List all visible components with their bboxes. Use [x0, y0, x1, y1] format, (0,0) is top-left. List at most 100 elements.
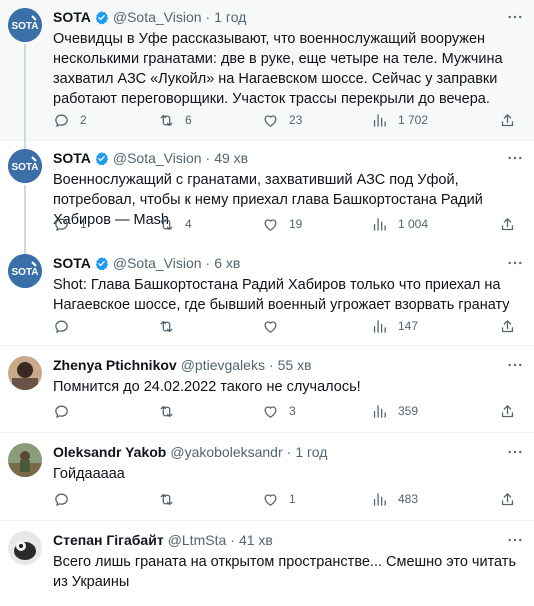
retweet-count: 6 — [185, 113, 192, 127]
tweet-feed: SOTA @Sota_Vision · 1 год Очевидцы в Уфе… — [0, 0, 534, 606]
avatar[interactable] — [8, 443, 42, 477]
avatar[interactable] — [8, 149, 42, 183]
view-count: 359 — [398, 404, 419, 418]
like-count: 3 — [289, 404, 296, 418]
retweet-icon — [158, 216, 175, 233]
author-name[interactable]: Oleksandr Yakob — [53, 444, 166, 460]
share-icon — [499, 491, 516, 508]
reply-button[interactable] — [53, 491, 80, 508]
author-handle[interactable]: @Sota_Vision — [113, 255, 202, 271]
separator: · — [230, 532, 235, 548]
reply-icon — [53, 318, 70, 335]
views-button[interactable]: 1 004 — [371, 216, 428, 233]
retweet-icon — [158, 403, 175, 420]
reply-button[interactable]: 2 — [53, 112, 87, 129]
share-icon — [499, 216, 516, 233]
more-dots-icon[interactable] — [506, 254, 524, 272]
retweet-button[interactable] — [158, 403, 185, 420]
reply-icon — [53, 403, 70, 420]
separator: · — [205, 9, 211, 25]
author-name[interactable]: Zhenya Ptichnikov — [53, 357, 177, 373]
author-handle[interactable]: @Sota_Vision — [113, 9, 202, 25]
views-button[interactable]: 483 — [371, 491, 418, 508]
share-button[interactable] — [499, 491, 516, 508]
share-button[interactable] — [499, 318, 516, 335]
views-button[interactable]: 1 702 — [371, 112, 428, 129]
heart-icon — [262, 403, 279, 420]
share-icon — [499, 403, 516, 420]
thread-line — [24, 185, 26, 246]
thread-line — [24, 246, 26, 254]
author-handle[interactable]: @ptievgaleks — [181, 357, 265, 373]
retweet-button[interactable]: 4 — [158, 216, 192, 233]
tweet[interactable]: Степан Гігабайт @LtmSta · 41 хв Всего ли… — [0, 521, 534, 606]
tweet[interactable]: Zhenya Ptichnikov @ptievgaleks · 55 хв П… — [0, 346, 534, 433]
views-bars-icon — [371, 403, 388, 420]
like-button[interactable] — [262, 318, 289, 335]
author-handle[interactable]: @LtmSta — [168, 532, 227, 548]
share-button[interactable] — [499, 112, 516, 129]
more-dots-icon[interactable] — [506, 531, 524, 549]
retweet-button[interactable]: 6 — [158, 112, 192, 129]
tweet-text: Всего лишь граната на открытом пространс… — [53, 554, 517, 590]
separator: · — [286, 444, 292, 460]
share-icon — [499, 318, 516, 335]
tweet[interactable]: SOTA @Sota_Vision · 1 год Очевидцы в Уфе… — [0, 0, 534, 141]
views-bars-icon — [371, 216, 388, 233]
reply-icon — [53, 112, 70, 129]
author-handle[interactable]: @Sota_Vision — [113, 150, 202, 166]
tweet-text: Shot: Глава Башкортостана Радий Хабиров … — [53, 277, 510, 313]
timestamp[interactable]: 41 хв — [239, 532, 273, 548]
avatar[interactable] — [8, 356, 42, 390]
more-dots-icon[interactable] — [506, 443, 524, 461]
share-icon — [499, 112, 516, 129]
like-button[interactable]: 3 — [262, 403, 296, 420]
author-handle[interactable]: @yakoboleksandr — [170, 444, 282, 460]
author-name[interactable]: SOTA — [53, 150, 91, 166]
like-button[interactable]: 19 — [262, 216, 302, 233]
author-name[interactable]: SOTA — [53, 9, 91, 25]
views-bars-icon — [371, 318, 388, 335]
verified-badge-icon — [94, 151, 109, 166]
heart-icon — [262, 318, 279, 335]
heart-icon — [262, 216, 279, 233]
view-count: 483 — [398, 492, 419, 506]
avatar[interactable] — [8, 531, 42, 565]
view-count: 1 702 — [398, 113, 429, 127]
like-button[interactable]: 23 — [262, 112, 302, 129]
tweet[interactable]: SOTA @Sota_Vision · 6 хв Shot: Глава Баш… — [0, 246, 534, 346]
author-name[interactable]: Степан Гігабайт — [53, 532, 164, 548]
timestamp[interactable]: 1 год — [214, 9, 246, 25]
reply-button[interactable]: 1 — [53, 216, 87, 233]
thread-line — [24, 141, 26, 149]
retweet-button[interactable] — [158, 318, 185, 335]
retweet-button[interactable] — [158, 491, 185, 508]
share-button[interactable] — [499, 216, 516, 233]
timestamp[interactable]: 1 год — [295, 444, 327, 460]
reply-button[interactable] — [53, 403, 80, 420]
timestamp[interactable]: 55 хв — [278, 357, 312, 373]
timestamp[interactable]: 49 хв — [214, 150, 248, 166]
reply-icon — [53, 491, 70, 508]
thread-line — [24, 44, 26, 141]
views-button[interactable]: 147 — [371, 318, 418, 335]
reply-button[interactable] — [53, 318, 80, 335]
retweet-count: 4 — [185, 217, 192, 231]
more-dots-icon[interactable] — [506, 8, 524, 26]
avatar[interactable] — [8, 8, 42, 42]
tweet-text: Очевидцы в Уфе рассказывают, что военнос… — [53, 31, 503, 107]
views-bars-icon — [371, 112, 388, 129]
more-dots-icon[interactable] — [506, 149, 524, 167]
tweet[interactable]: SOTA @Sota_Vision · 49 хв Военнослужащий… — [0, 141, 534, 246]
more-dots-icon[interactable] — [506, 356, 524, 374]
tweet-text: Гойдааааа — [53, 466, 125, 482]
like-button[interactable]: 1 — [262, 491, 296, 508]
timestamp[interactable]: 6 хв — [214, 255, 240, 271]
views-button[interactable]: 359 — [371, 403, 418, 420]
like-count: 1 — [289, 492, 296, 506]
share-button[interactable] — [499, 403, 516, 420]
tweet[interactable]: Oleksandr Yakob @yakoboleksandr · 1 год … — [0, 433, 534, 521]
author-name[interactable]: SOTA — [53, 255, 91, 271]
avatar[interactable] — [8, 254, 42, 288]
heart-icon — [262, 491, 279, 508]
